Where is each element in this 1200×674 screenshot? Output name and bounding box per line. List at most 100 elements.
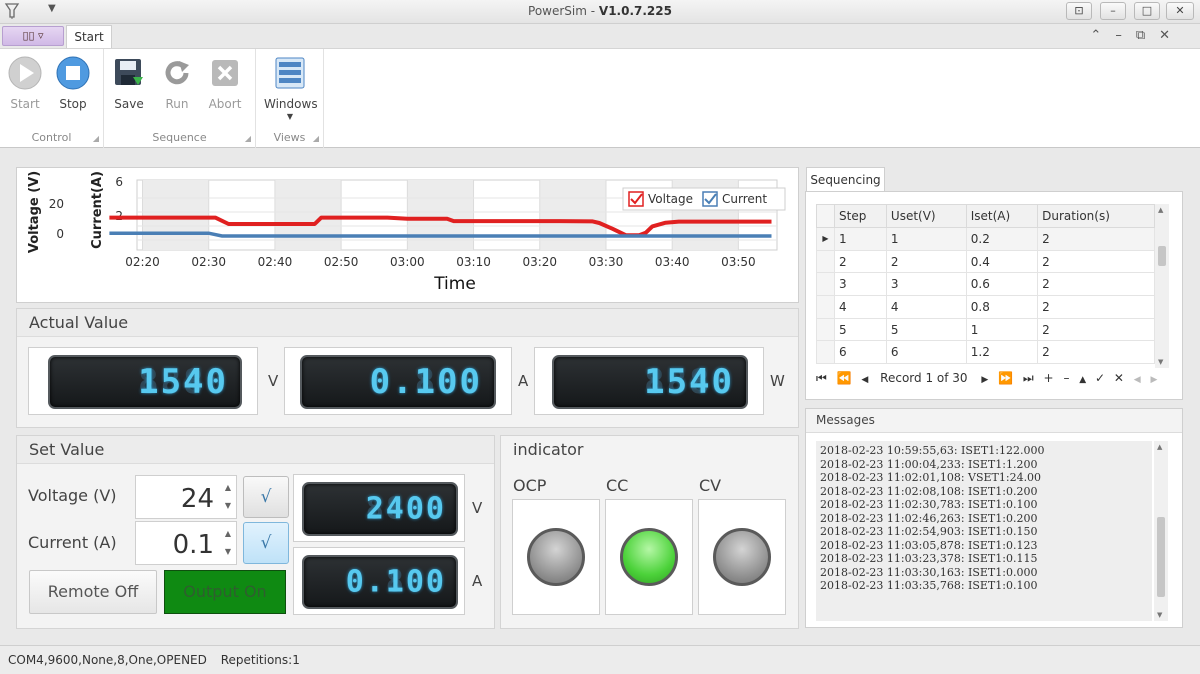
minimize-button[interactable]: –: [1100, 2, 1126, 20]
column-header-uset[interactable]: Uset(V): [885, 204, 967, 228]
mdi-window-controls[interactable]: ⌃–⧉✕: [1090, 28, 1184, 43]
row-header[interactable]: [816, 317, 835, 342]
grid-cell[interactable]: 5: [834, 317, 887, 342]
table-row[interactable]: 3 3 0.6 2: [816, 272, 1155, 297]
app-menu-button[interactable]: ▯▯ ▿: [2, 26, 64, 46]
grid-cell[interactable]: 4: [885, 295, 967, 319]
save-record-icon[interactable]: ✓: [1095, 371, 1105, 385]
start-button[interactable]: Start: [2, 53, 48, 115]
windows-icon: [272, 55, 308, 91]
row-header-corner: [816, 204, 835, 228]
last-record-icon[interactable]: ⏭: [1023, 371, 1034, 385]
scroll-left-icon[interactable]: ◀: [1134, 375, 1141, 385]
close-button[interactable]: ✕: [1166, 2, 1194, 20]
stop-label: Stop: [59, 97, 87, 111]
current-spin-input[interactable]: 0.1 ▲ ▼: [135, 521, 237, 565]
spin-up-icon[interactable]: ▲: [225, 529, 231, 538]
spin-up-icon[interactable]: ▲: [225, 483, 231, 492]
group-launcher-icon[interactable]: ◢: [245, 134, 251, 143]
message-line: 2018-02-23 10:59:55,63: ISET1:122.000: [820, 444, 1045, 457]
scroll-right-icon[interactable]: ▶: [1151, 375, 1158, 385]
scroll-up-icon[interactable]: ▲: [1158, 206, 1163, 214]
table-row[interactable]: 5512: [816, 317, 1155, 342]
group-launcher-icon[interactable]: ◢: [93, 134, 99, 143]
grid-cell[interactable]: 4: [834, 295, 887, 319]
current-row-indicator-icon[interactable]: ▶: [816, 227, 835, 251]
spin-down-icon[interactable]: ▼: [225, 547, 231, 556]
column-header-iset[interactable]: Iset(A): [965, 204, 1039, 228]
grid-cell[interactable]: 0.2: [965, 227, 1039, 251]
grid-cell[interactable]: 2: [1037, 340, 1155, 365]
stop-button[interactable]: Stop: [50, 53, 96, 115]
table-row[interactable]: 6 6 1.2 2: [816, 340, 1155, 365]
grid-cell[interactable]: 2: [1037, 295, 1155, 319]
grid-cell[interactable]: 0.8: [965, 295, 1039, 319]
set-voltage-value: 2400: [365, 491, 446, 527]
voltage-spin-input[interactable]: 24 ▲ ▼: [135, 475, 237, 519]
first-record-icon[interactable]: ⏮: [816, 371, 827, 385]
grid-cell[interactable]: 1.2: [965, 340, 1039, 365]
column-header-duration[interactable]: Duration(s): [1037, 204, 1155, 228]
grid-cell[interactable]: 3: [834, 272, 887, 297]
edit-record-icon[interactable]: ▲: [1079, 375, 1086, 385]
actual-power-unit: W: [770, 372, 785, 390]
tab-sequencing[interactable]: Sequencing: [806, 167, 885, 192]
tab-start[interactable]: Start: [66, 25, 112, 49]
run-button[interactable]: Run: [154, 53, 200, 115]
sequence-grid[interactable]: Step Uset(V) Iset(A) Duration(s) ▶ 1 1 0.2 2…: [816, 204, 1155, 365]
prev-page-icon[interactable]: ⏪: [837, 371, 852, 385]
grid-cell[interactable]: 5: [885, 317, 967, 342]
apply-current-button[interactable]: √: [243, 522, 289, 564]
cancel-edit-icon[interactable]: ✕: [1114, 371, 1124, 385]
grid-cell[interactable]: 0.6: [965, 272, 1039, 297]
grid-cell[interactable]: 2: [1037, 227, 1155, 251]
grid-cell[interactable]: 2: [1037, 317, 1155, 342]
grid-cell[interactable]: 2: [1037, 272, 1155, 297]
prev-record-icon[interactable]: ◀: [861, 375, 868, 385]
table-row[interactable]: ▶ 1 1 0.2 2: [816, 227, 1155, 251]
remote-off-button[interactable]: Remote Off: [29, 570, 157, 614]
output-on-button[interactable]: Output On: [164, 570, 286, 614]
grid-cell[interactable]: 2: [885, 249, 967, 274]
scroll-down-icon[interactable]: ▼: [1158, 358, 1163, 366]
table-row[interactable]: 4 4 0.8 2: [816, 295, 1155, 319]
grid-cell[interactable]: 0.4: [965, 249, 1039, 274]
maximize-button[interactable]: □: [1134, 2, 1160, 20]
add-record-icon[interactable]: +: [1044, 371, 1054, 385]
group-launcher-icon[interactable]: ◢: [313, 134, 319, 143]
abort-button[interactable]: Abort: [202, 53, 248, 115]
scroll-up-icon[interactable]: ▲: [1157, 443, 1162, 451]
actual-current-unit: A: [518, 372, 529, 390]
save-button[interactable]: Save: [106, 53, 152, 115]
grid-cell[interactable]: 1: [885, 227, 967, 251]
row-header[interactable]: [816, 295, 835, 319]
scroll-down-icon[interactable]: ▼: [1157, 611, 1162, 619]
grid-cell[interactable]: 6: [885, 340, 967, 365]
messages-vertical-scrollbar[interactable]: ▲ ▼: [1154, 441, 1168, 621]
grid-cell[interactable]: 3: [885, 272, 967, 297]
scrollbar-thumb[interactable]: [1157, 517, 1165, 597]
row-header[interactable]: [816, 272, 835, 297]
grid-cell[interactable]: 1: [965, 317, 1039, 342]
spin-down-icon[interactable]: ▼: [225, 501, 231, 510]
cv-label: CV: [699, 476, 722, 495]
grid-cell[interactable]: 2: [1037, 249, 1155, 274]
windows-button[interactable]: Windows ▼: [264, 53, 318, 121]
messages-log[interactable]: 2018-02-23 10:59:55,63: ISET1:122.000 201…: [816, 441, 1152, 621]
next-page-icon[interactable]: ⏩: [998, 371, 1013, 385]
row-header[interactable]: [816, 340, 835, 365]
cv-lamp: [713, 528, 771, 586]
table-row[interactable]: 2 2 0.4 2: [816, 249, 1155, 274]
fullscreen-button[interactable]: ⊡: [1066, 2, 1092, 20]
scrollbar-thumb[interactable]: [1158, 246, 1166, 266]
grid-cell[interactable]: 6: [834, 340, 887, 365]
next-record-icon[interactable]: ▶: [981, 375, 988, 385]
grid-cell[interactable]: 1: [834, 227, 887, 251]
grid-vertical-scrollbar[interactable]: ▲ ▼: [1155, 204, 1169, 368]
row-header[interactable]: [816, 249, 835, 274]
delete-record-icon[interactable]: –: [1063, 371, 1069, 385]
grid-cell[interactable]: 2: [834, 249, 887, 274]
column-header-step[interactable]: Step: [834, 204, 887, 228]
y-left-tick-label: 20: [49, 197, 64, 211]
apply-voltage-button[interactable]: √: [243, 476, 289, 518]
